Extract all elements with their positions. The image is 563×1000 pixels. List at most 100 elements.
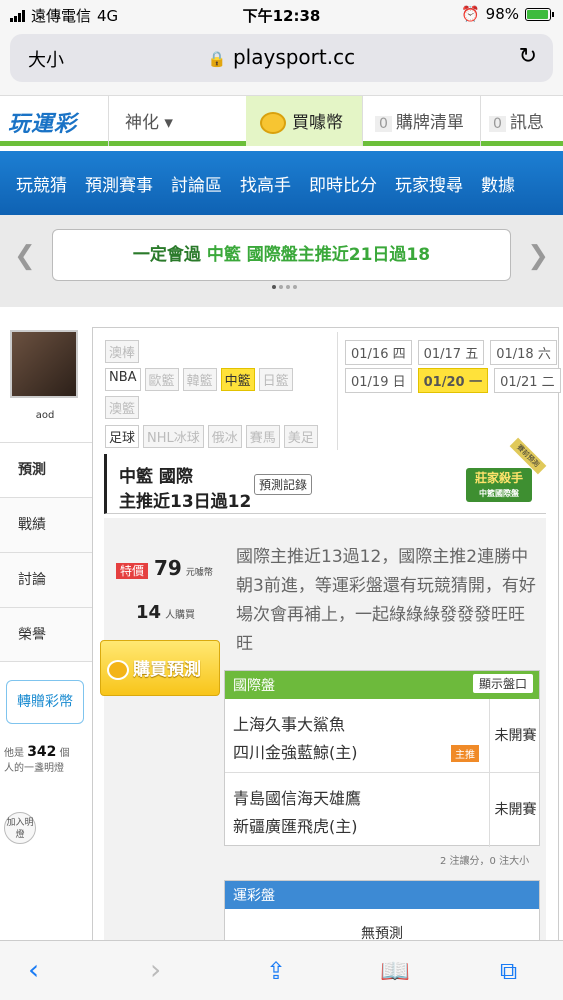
date-tab-selected[interactable]: 01/20 一 bbox=[417, 368, 489, 393]
home-team: 新疆廣匯飛虎(主) bbox=[233, 817, 358, 836]
league-tab[interactable]: NHL冰球 bbox=[143, 425, 204, 448]
reload-icon[interactable]: ↻ bbox=[519, 44, 537, 69]
league-tab[interactable]: 韓籃 bbox=[182, 368, 217, 391]
forward-icon[interactable]: › bbox=[150, 953, 161, 986]
date-row: 01/19 日 01/20 一 01/21 二 bbox=[345, 368, 561, 393]
buyer-number: 14 bbox=[136, 602, 162, 623]
msg-count: 0 bbox=[489, 116, 506, 132]
date-tab[interactable]: 01/16 四 bbox=[345, 340, 412, 365]
league-tab[interactable]: 足球 bbox=[105, 425, 140, 448]
yuncai-panel: 運彩盤 無預測 bbox=[224, 880, 540, 944]
guoji-panel: 國際盤 顯示盤口 上海久事大鯊魚 四川金強藍鯨(主) 主推 未開賽 青島國信海天… bbox=[224, 670, 541, 847]
guoji-header: 國際盤 顯示盤口 bbox=[225, 671, 539, 699]
home-team: 四川金強藍鯨(主) bbox=[233, 743, 358, 762]
league-tab[interactable]: 俄冰 bbox=[207, 425, 242, 448]
alarm-icon: ⏰ bbox=[460, 5, 480, 23]
prediction-record-button[interactable]: 預測記錄 bbox=[254, 474, 313, 495]
list-label: 購牌清單 bbox=[395, 113, 464, 133]
sidebar-item-predict[interactable]: 預測 bbox=[0, 442, 92, 497]
buy-coin-button[interactable]: 買噱幣 bbox=[246, 96, 362, 146]
buyer-count: 14 人購買 bbox=[136, 602, 195, 623]
date-tab[interactable]: 01/18 六 bbox=[490, 340, 557, 365]
nav-item[interactable]: 即時比分 bbox=[309, 171, 377, 196]
messages-button[interactable]: 0 訊息 bbox=[480, 96, 563, 146]
league-tab[interactable]: 澳棒 bbox=[105, 340, 140, 363]
bet-count-note: 2 注讓分，0 注大小 bbox=[440, 856, 530, 867]
buyer-unit: 人購買 bbox=[165, 610, 196, 621]
league-row: NBA 歐籃 韓籃 中籃 日籃 bbox=[105, 368, 293, 391]
date-row: 01/16 四 01/17 五 01/18 六 bbox=[345, 340, 557, 365]
user-menu[interactable]: 神化 ▾ bbox=[108, 96, 246, 146]
status-bar: 遠傳電信 4G 下午12:38 ⏰ 98% bbox=[0, 0, 563, 30]
date-tab[interactable]: 01/21 二 bbox=[494, 368, 561, 393]
bookmarks-icon[interactable]: 📖 bbox=[380, 957, 410, 985]
guoji-title: 國際盤 bbox=[233, 678, 275, 694]
sidebar-item-discuss[interactable]: 討論 bbox=[0, 552, 92, 607]
lamp-stat: 他是 342 個 人的一盞明燈 bbox=[4, 745, 90, 805]
buy-coin-label: 買噱幣 bbox=[292, 113, 343, 133]
league-tab[interactable]: NBA bbox=[105, 368, 141, 391]
battery-percent: 98% bbox=[485, 5, 519, 23]
lamp-unit: 個 bbox=[59, 748, 70, 759]
price-info: 特價 79 元噱幣 bbox=[116, 556, 213, 580]
title-league: 中籃 國際 bbox=[119, 467, 193, 487]
browser-chrome: 大小 🔒 playsport.cc ↻ bbox=[0, 30, 563, 96]
chevron-right-icon[interactable]: ❯ bbox=[527, 241, 549, 271]
sidebar-item-honor[interactable]: 榮譽 bbox=[0, 607, 92, 662]
lamp-count: 342 bbox=[27, 744, 57, 760]
purchase-list-button[interactable]: 0 購牌清單 bbox=[362, 96, 480, 146]
join-lamp-button[interactable]: 加入明燈 bbox=[4, 812, 36, 844]
site-logo[interactable]: 玩運彩 bbox=[8, 106, 77, 138]
title-record: 主推近13日過12 bbox=[119, 492, 252, 512]
browser-toolbar: ‹ › ⇪ 📖 ⧉ bbox=[0, 940, 563, 1000]
league-tab[interactable]: 日籃 bbox=[258, 368, 293, 391]
main-pick-tag: 主推 bbox=[451, 745, 479, 762]
main-nav: 玩競猜 預測賽事 討論區 找高手 即時比分 玩家搜尋 數據 bbox=[0, 151, 563, 215]
nav-item[interactable]: 數據 bbox=[481, 171, 515, 196]
nav-item[interactable]: 玩競猜 bbox=[16, 171, 67, 196]
coin-icon bbox=[260, 112, 286, 134]
nav-item[interactable]: 討論區 bbox=[171, 171, 222, 196]
match-status: 未開賽 bbox=[489, 773, 541, 847]
banner-slide[interactable]: 一定會過 中籃 國際盤主推近21日過18 bbox=[52, 229, 511, 281]
league-tab[interactable]: 賽馬 bbox=[245, 425, 280, 448]
site-header: 玩運彩 神化 ▾ 買噱幣 0 購牌清單 0 訊息 bbox=[0, 96, 563, 146]
nav-item[interactable]: 玩家搜尋 bbox=[395, 171, 463, 196]
league-row: 澳棒 bbox=[105, 340, 140, 363]
special-price-tag: 特價 bbox=[116, 563, 149, 579]
date-tab[interactable]: 01/19 日 bbox=[345, 368, 412, 393]
nav-item[interactable]: 找高手 bbox=[240, 171, 291, 196]
league-tab[interactable]: 美足 bbox=[283, 425, 318, 448]
league-tab[interactable]: 澳籃 bbox=[105, 396, 140, 419]
carousel-dots bbox=[272, 285, 297, 289]
divider bbox=[337, 332, 338, 450]
show-odds-button[interactable]: 顯示盤口 bbox=[472, 674, 533, 693]
share-icon[interactable]: ⇪ bbox=[266, 957, 286, 985]
away-team: 上海久事大鯊魚 bbox=[233, 715, 346, 734]
buy-prediction-button[interactable]: 購買預測 bbox=[100, 640, 220, 696]
date-tab[interactable]: 01/17 五 bbox=[417, 340, 485, 365]
url-bar[interactable]: 大小 🔒 playsport.cc ↻ bbox=[10, 34, 553, 82]
tabs-icon[interactable]: ⧉ bbox=[500, 957, 517, 985]
gift-coin-button[interactable]: 轉贈彩幣 bbox=[6, 680, 84, 724]
nav-item[interactable]: 預測賽事 bbox=[85, 171, 153, 196]
lock-icon: 🔒 bbox=[207, 50, 227, 68]
banner-league: 中籃 bbox=[206, 245, 241, 265]
avatar[interactable] bbox=[10, 330, 78, 398]
coin-icon bbox=[107, 660, 129, 680]
url-domain: playsport.cc bbox=[232, 45, 356, 69]
msg-label: 訊息 bbox=[509, 113, 544, 133]
battery-icon bbox=[525, 7, 554, 21]
banner-text: 國際盤主推近21日過18 bbox=[246, 245, 431, 265]
predictor-title: 中籃 國際 主推近13日過12 預測記錄 莊家殺手 中籃國際盤 賽前預測 bbox=[104, 437, 547, 514]
username: aod bbox=[35, 410, 55, 421]
league-row: 足球 NHL冰球 俄冰 賽馬 美足 bbox=[105, 425, 318, 448]
away-team: 青島國信海天雄鷹 bbox=[233, 789, 362, 808]
sidebar-item-record[interactable]: 戰績 bbox=[0, 497, 92, 552]
badge-sub: 中籃國際盤 bbox=[479, 489, 519, 498]
league-tab[interactable]: 歐籃 bbox=[144, 368, 179, 391]
chevron-left-icon[interactable]: ❮ bbox=[14, 241, 36, 271]
badge-title: 莊家殺手 bbox=[474, 471, 523, 485]
league-tab-selected[interactable]: 中籃 bbox=[220, 368, 255, 391]
back-icon[interactable]: ‹ bbox=[28, 953, 39, 986]
